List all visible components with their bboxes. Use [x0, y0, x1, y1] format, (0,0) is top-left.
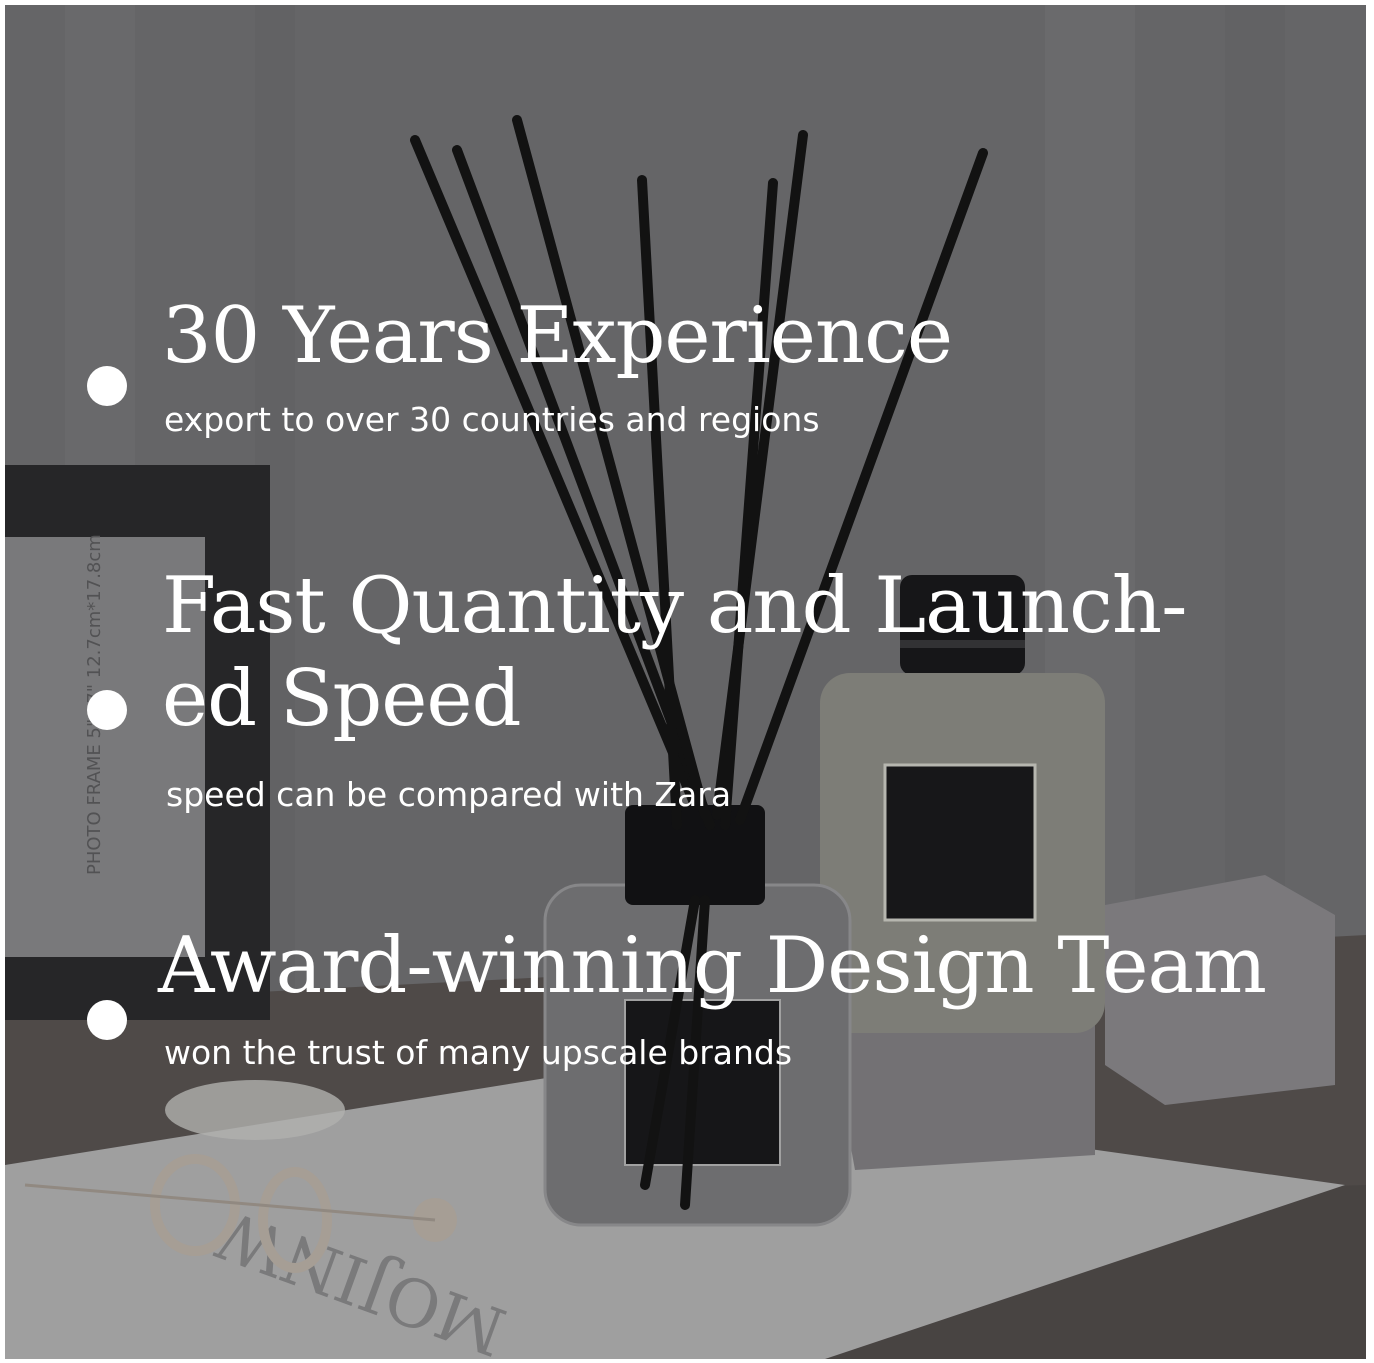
feature-title-speed-line2: ed Speed: [162, 654, 522, 744]
feature-title-experience: 30 Years Experience: [162, 291, 953, 381]
feature-subtitle-design: won the trust of many upscale brands: [164, 1033, 793, 1072]
feature-panel: PHOTO FRAME 5"×7" 12.7cm*17.8cm MOJINW: [5, 5, 1366, 1359]
feature-subtitle-experience: export to over 30 countries and regions: [164, 400, 820, 439]
feature-title-design: Award-winning Design Team: [158, 921, 1267, 1011]
feature-subtitle-speed: speed can be compared with Zara: [166, 775, 732, 814]
bullet-dot: [87, 366, 127, 406]
bullet-dot: [87, 1000, 127, 1040]
feature-title-speed-line1: Fast Quantity and Launch-: [162, 561, 1187, 651]
bullet-dot: [87, 690, 127, 730]
